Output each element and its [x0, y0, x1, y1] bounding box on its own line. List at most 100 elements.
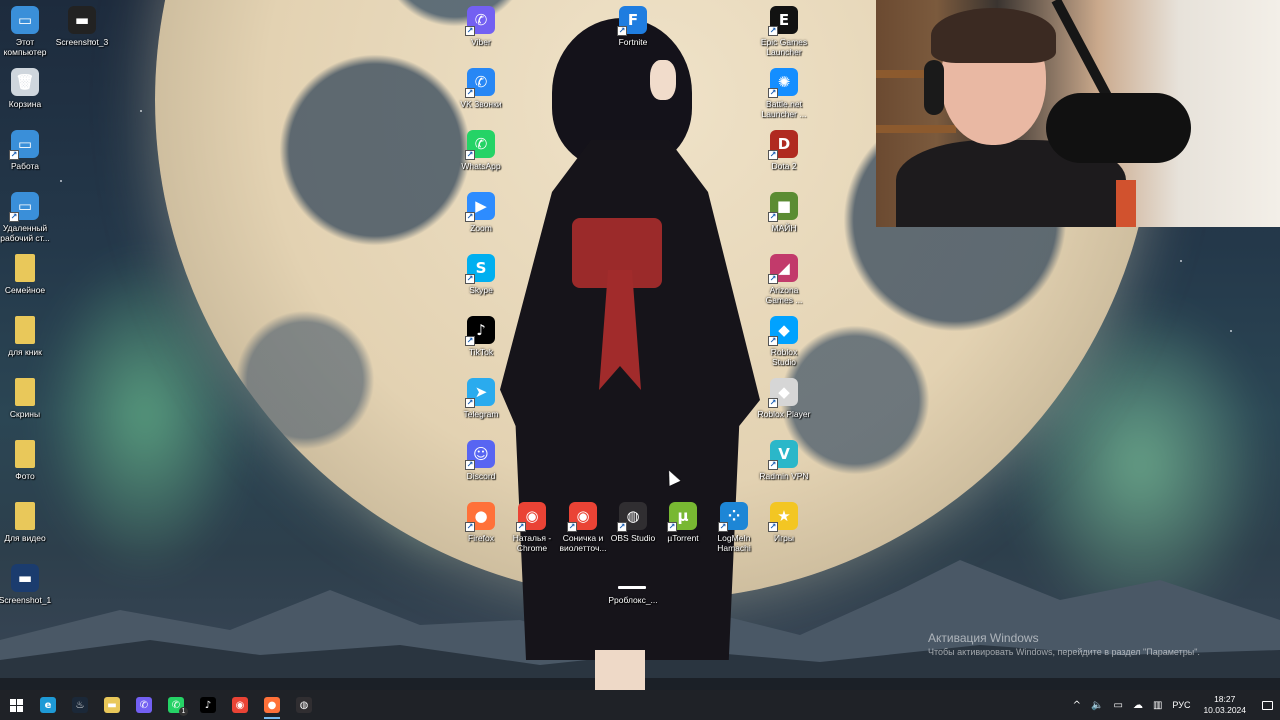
- desktop-icon[interactable]: для кник: [0, 316, 57, 357]
- desktop-icon-label: Корзина: [8, 99, 42, 109]
- taskbar-app-button[interactable]: ◉: [224, 690, 256, 720]
- telegram-icon: ➤ ↗: [465, 378, 495, 408]
- tray-overflow-chevron-icon[interactable]: ^: [1068, 700, 1086, 711]
- taskbar-app-button[interactable]: ◍: [288, 690, 320, 720]
- desktop-icon[interactable]: V ↗ Radmin VPN: [752, 440, 816, 481]
- desktop-icon-label: Discord: [466, 471, 496, 481]
- desktop-icon[interactable]: ▶ ↗ Zoom: [449, 192, 513, 233]
- shortcut-arrow-icon: ↗: [617, 522, 627, 532]
- shortcut-arrow-icon: ↗: [465, 212, 475, 222]
- desktop-icon[interactable]: Семейное: [0, 254, 57, 295]
- shortcut-arrow-icon: ↗: [617, 26, 627, 36]
- firefox-icon: ●: [264, 697, 280, 713]
- shortcut-arrow-icon: ↗: [465, 522, 475, 532]
- desktop-icon[interactable]: E ↗ Epic Games Launcher: [752, 6, 816, 57]
- windows-logo-icon: [9, 698, 23, 712]
- desktop-icon-label: VK Звонки: [460, 99, 502, 109]
- chrome-icon: ◉ ↗: [567, 502, 597, 532]
- taskbar-app-button[interactable]: ♪: [192, 690, 224, 720]
- desktop-icon[interactable]: D ↗ Dota 2: [752, 130, 816, 171]
- shortcut-arrow-icon: ↗: [768, 212, 778, 222]
- taskbar-app-button[interactable]: ✆ 1: [160, 690, 192, 720]
- file-explorer-icon: ▬: [104, 697, 120, 713]
- this-pc-icon: ▭: [11, 6, 39, 34]
- shortcut-arrow-icon: ↗: [667, 522, 677, 532]
- desktop-icon[interactable]: ☺ ↗ Discord: [449, 440, 513, 481]
- onedrive-icon[interactable]: ☁: [1128, 700, 1148, 711]
- folder-icon: [15, 440, 35, 468]
- desktop-icon[interactable]: ▭ ↗ Удаленный рабочий ст...: [0, 192, 57, 243]
- desktop-icon[interactable]: ■ ↗ МАЙН: [752, 192, 816, 233]
- taskbar-app-button[interactable]: ✆: [128, 690, 160, 720]
- vk-calls-icon: ✆ ↗: [465, 68, 495, 98]
- desktop-icon[interactable]: ✆ ↗ WhatsApp: [449, 130, 513, 171]
- zoom-icon: ▶ ↗: [465, 192, 495, 222]
- desktop-icon[interactable]: ▭ ↗ Работа: [0, 130, 57, 171]
- desktop-icon-label: Рроблокс_...: [608, 595, 658, 605]
- shortcut-arrow-icon: ↗: [465, 460, 475, 470]
- desktop-icon[interactable]: ✺ ↗ Battle.net Launcher ...: [752, 68, 816, 119]
- desktop-icon[interactable]: ★ ↗ Игры: [752, 502, 816, 543]
- desktop-icon[interactable]: ◢ ↗ Arizona Games ...: [752, 254, 816, 305]
- desktop-icon-label: МАЙН: [771, 223, 797, 233]
- desktop-icon-label: Для видео: [4, 533, 46, 543]
- firefox-icon: ● ↗: [465, 502, 495, 532]
- recycle-bin-icon: 🗑: [11, 68, 39, 96]
- viber-icon: ✆ ↗: [465, 6, 495, 36]
- desktop-icon[interactable]: ◆ ↗ Roblox Studio: [752, 316, 816, 367]
- shortcut-arrow-icon: ↗: [9, 150, 19, 160]
- file-thumbnail: [618, 586, 646, 589]
- desktop-icon-label: Telegram: [463, 409, 499, 419]
- desktop-icon[interactable]: ◆ ↗ Roblox Player: [752, 378, 816, 419]
- desktop-icon[interactable]: F ↗ Fortnite: [601, 6, 665, 47]
- desktop-icon[interactable]: S ↗ Skype: [449, 254, 513, 295]
- taskbar-pinned-apps: e ♨ ▬ ✆ ✆ 1 ♪ ◉ ● ◍: [32, 690, 320, 720]
- desktop-icon-label: Удаленный рабочий ст...: [0, 223, 50, 243]
- roblox-player-icon: ◆ ↗: [768, 378, 798, 408]
- desktop-icon-label: Dota 2: [771, 161, 797, 171]
- network-icon[interactable]: ▭: [1109, 700, 1128, 711]
- taskbar-app-button[interactable]: ▬: [96, 690, 128, 720]
- desktop-icon[interactable]: Скрины: [0, 378, 57, 419]
- desktop-icon[interactable]: ▬ Screenshot_3: [50, 6, 114, 47]
- clock[interactable]: 18:27 10.03.2024: [1195, 694, 1254, 716]
- epic-games-icon: E ↗: [768, 6, 798, 36]
- shortcut-arrow-icon: ↗: [768, 26, 778, 36]
- taskbar-app-button[interactable]: ♨: [64, 690, 96, 720]
- streamer-hair: [931, 8, 1056, 63]
- taskbar-app-button[interactable]: ●: [256, 690, 288, 720]
- notification-center-icon[interactable]: [1254, 690, 1280, 720]
- desktop-icon[interactable]: Фото: [0, 440, 57, 481]
- taskbar-app-button[interactable]: e: [32, 690, 64, 720]
- desktop-icon[interactable]: Для видео: [0, 502, 57, 543]
- desktop-icon-label: TikTok: [468, 347, 494, 357]
- desktop-icon-label: Roblox Player: [757, 409, 811, 419]
- desktop-icon[interactable]: ▭ Этот компьютер: [0, 6, 57, 57]
- desktop-icon-label: WhatsApp: [461, 161, 501, 171]
- device-icon[interactable]: ▥: [1148, 700, 1167, 711]
- system-tray: ^ 🔈 ▭ ☁ ▥ РУС 18:27 10.03.2024: [1068, 690, 1280, 720]
- tiktok-icon: ♪ ↗: [465, 316, 495, 346]
- desktop-icon-label: Zoom: [470, 223, 492, 233]
- desktop-icon[interactable]: 🗑 Корзина: [0, 68, 57, 109]
- desktop-icon[interactable]: ♪ ↗ TikTok: [449, 316, 513, 357]
- volume-icon[interactable]: 🔈: [1086, 700, 1108, 711]
- desktop-icon[interactable]: ✆ ↗ Viber: [449, 6, 513, 47]
- desktop-icon[interactable]: ▬ Screenshot_1: [0, 564, 57, 605]
- folder-icon: [15, 502, 35, 530]
- character-legs: [595, 650, 645, 690]
- start-button[interactable]: [0, 690, 32, 720]
- language-indicator[interactable]: РУС: [1167, 700, 1195, 710]
- desktop-icon-label: Epic Games Launcher: [760, 37, 808, 57]
- desktop-icon[interactable]: Рроблокс_...: [601, 564, 665, 605]
- desktop-icon[interactable]: ➤ ↗ Telegram: [449, 378, 513, 419]
- windows-activation-watermark: Активация Windows Чтобы активировать Win…: [928, 631, 1200, 657]
- utorrent-icon: µ ↗: [667, 502, 697, 532]
- desktop-icon-label: Skype: [469, 285, 493, 295]
- whatsapp-icon: ✆ ↗: [465, 130, 495, 160]
- hamachi-icon: ⁘ ↗: [718, 502, 748, 532]
- steam-icon: ♨: [72, 697, 88, 713]
- desktop-icon-label: Работа: [10, 161, 40, 171]
- desktop-icon[interactable]: ✆ ↗ VK Звонки: [449, 68, 513, 109]
- shortcut-arrow-icon: ↗: [768, 274, 778, 284]
